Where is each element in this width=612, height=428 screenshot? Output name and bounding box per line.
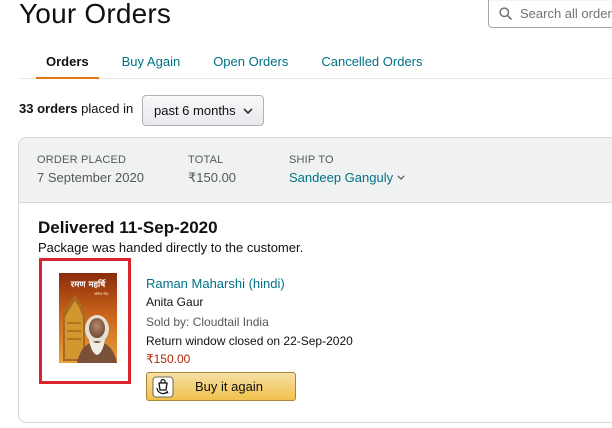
ship-to-name: Sandeep Ganguly bbox=[289, 170, 394, 185]
svg-text:अनिता गौड़: अनिता गौड़ bbox=[94, 291, 108, 296]
order-header: ORDER PLACED 7 September 2020 TOTAL ₹150… bbox=[19, 138, 612, 203]
ship-to-name-link[interactable]: Sandeep Ganguly bbox=[289, 170, 405, 185]
buy-again-icon bbox=[149, 373, 176, 400]
book-cover-title: रमण महर्षि bbox=[70, 279, 106, 290]
item-title-link[interactable]: Raman Maharshi (hindi) bbox=[146, 276, 285, 291]
buy-it-again-label: Buy it again bbox=[195, 379, 263, 394]
ship-to-label: SHIP TO bbox=[289, 154, 334, 166]
orders-count-value: 33 orders bbox=[19, 101, 78, 116]
chevron-down-icon bbox=[243, 108, 253, 115]
tab-cancelled-orders[interactable]: Cancelled Orders bbox=[321, 52, 422, 79]
item-author: Anita Gaur bbox=[146, 295, 204, 309]
orders-count: 33 orders placed in bbox=[19, 101, 133, 116]
tab-open-orders[interactable]: Open Orders bbox=[213, 52, 288, 79]
order-total-block: TOTAL ₹150.00 bbox=[188, 154, 236, 186]
book-cover-image[interactable]: रमण महर्षि अनिता गौड़ bbox=[59, 273, 117, 363]
item-price: ₹150.00 bbox=[146, 352, 191, 366]
order-tabs: Orders Buy Again Open Orders Cancelled O… bbox=[19, 52, 612, 79]
order-placed-label: ORDER PLACED bbox=[37, 154, 127, 166]
ship-to-block: SHIP TO Sandeep Ganguly bbox=[289, 154, 405, 185]
chevron-down-icon bbox=[397, 175, 405, 180]
delivery-status: Delivered 11-Sep-2020 bbox=[38, 218, 218, 237]
page-title: Your Orders bbox=[19, 0, 172, 29]
delivery-note: Package was handed directly to the custo… bbox=[38, 240, 304, 255]
tab-buy-again[interactable]: Buy Again bbox=[122, 52, 181, 79]
search-icon bbox=[499, 7, 512, 20]
buy-it-again-button[interactable]: Buy it again bbox=[146, 372, 296, 401]
order-placed-value: 7 September 2020 bbox=[37, 170, 144, 185]
search-input[interactable] bbox=[520, 6, 612, 21]
order-total-value: ₹150.00 bbox=[188, 170, 237, 185]
period-dropdown-value: past 6 months bbox=[154, 103, 236, 118]
order-placed-block: ORDER PLACED 7 September 2020 bbox=[37, 154, 144, 185]
item-seller: Sold by: Cloudtail India bbox=[146, 315, 269, 329]
tab-orders[interactable]: Orders bbox=[36, 52, 99, 79]
orders-count-suffix: placed in bbox=[81, 101, 134, 116]
order-total-label: TOTAL bbox=[188, 154, 224, 166]
period-dropdown[interactable]: past 6 months bbox=[142, 95, 264, 126]
search-box[interactable] bbox=[488, 0, 612, 28]
order-card: ORDER PLACED 7 September 2020 TOTAL ₹150… bbox=[18, 137, 612, 423]
item-return-window: Return window closed on 22-Sep-2020 bbox=[146, 334, 353, 348]
